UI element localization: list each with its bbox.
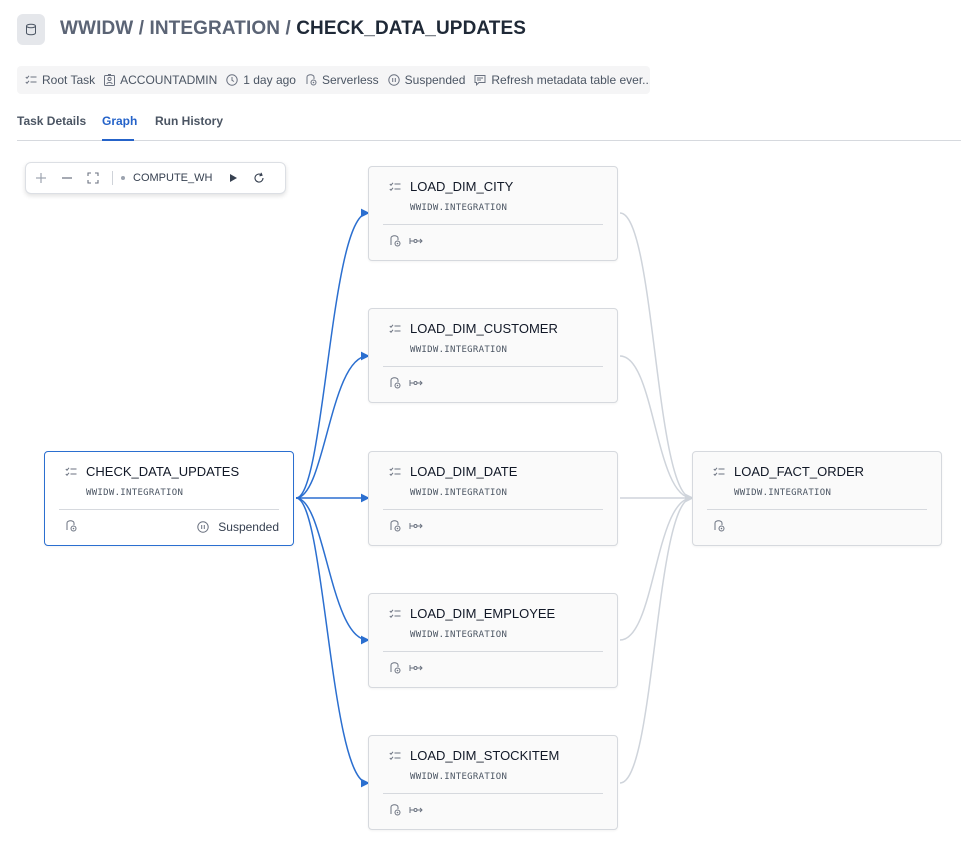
- edge-root-to-city: [295, 208, 370, 499]
- edge-root-to-customer: [295, 351, 370, 499]
- task-node-name: LOAD_DIM_EMPLOYEE: [410, 606, 556, 621]
- predecessor-link-icon: [409, 238, 423, 244]
- toolbar-divider: [112, 171, 113, 185]
- node-divider: [383, 224, 603, 225]
- task-node-load-dim-customer[interactable]: LOAD_DIM_CUSTOMER WWIDW.INTEGRATION: [368, 308, 618, 403]
- task-node-name: LOAD_FACT_ORDER: [734, 464, 865, 479]
- task-node-root[interactable]: CHECK_DATA_UPDATES WWIDW.INTEGRATION Sus…: [44, 451, 294, 546]
- zoom-out-icon[interactable]: [54, 163, 80, 193]
- task-node-schema: WWIDW.INTEGRATION: [734, 488, 832, 498]
- task-node-name: CHECK_DATA_UPDATES: [86, 464, 240, 479]
- graph-edges: [295, 208, 694, 788]
- task-node-schema: WWIDW.INTEGRATION: [410, 345, 508, 355]
- serverless-icon: [714, 520, 725, 532]
- task-node-schema: WWIDW.INTEGRATION: [410, 630, 508, 640]
- serverless-icon: [390, 235, 401, 247]
- warehouse-status-dot: [121, 176, 125, 180]
- edge-stockitem-to-fact: [619, 493, 694, 784]
- task-list-icon: [389, 182, 401, 191]
- task-list-icon: [389, 609, 401, 618]
- run-icon[interactable]: [220, 163, 246, 193]
- task-list-icon: [389, 324, 401, 333]
- serverless-icon: [390, 804, 401, 816]
- task-node-load-fact-order[interactable]: LOAD_FACT_ORDER WWIDW.INTEGRATION: [692, 451, 942, 546]
- task-node-load-dim-date[interactable]: LOAD_DIM_DATE WWIDW.INTEGRATION: [368, 451, 618, 546]
- predecessor-link-icon: [409, 523, 423, 529]
- predecessor-link-icon: [409, 665, 423, 671]
- task-node-name: LOAD_DIM_CITY: [410, 179, 514, 194]
- node-divider: [383, 366, 603, 367]
- task-node-name: LOAD_DIM_STOCKITEM: [410, 748, 560, 763]
- task-node-schema: WWIDW.INTEGRATION: [410, 203, 508, 213]
- task-list-icon: [389, 467, 401, 476]
- task-node-name: LOAD_DIM_DATE: [410, 464, 518, 479]
- predecessor-link-icon: [409, 807, 423, 813]
- serverless-icon: [66, 520, 77, 532]
- serverless-icon: [390, 662, 401, 674]
- node-divider: [707, 509, 927, 510]
- task-list-icon: [65, 467, 77, 476]
- pause-icon: [197, 521, 209, 533]
- node-divider: [59, 509, 279, 510]
- warehouse-label[interactable]: COMPUTE_WH: [133, 172, 212, 184]
- task-node-status: Suspended: [197, 520, 279, 534]
- task-node-load-dim-employee[interactable]: LOAD_DIM_EMPLOYEE WWIDW.INTEGRATION: [368, 593, 618, 688]
- graph-toolbar: COMPUTE_WH: [25, 162, 286, 194]
- node-divider: [383, 651, 603, 652]
- refresh-icon[interactable]: [246, 163, 272, 193]
- task-node-schema: WWIDW.INTEGRATION: [86, 488, 184, 498]
- serverless-icon: [390, 377, 401, 389]
- node-divider: [383, 509, 603, 510]
- task-node-status-label: Suspended: [218, 520, 279, 534]
- zoom-in-icon[interactable]: [28, 163, 54, 193]
- edge-city-to-fact: [619, 212, 694, 503]
- edge-employee-to-fact: [619, 493, 694, 641]
- task-list-icon: [713, 467, 725, 476]
- fit-view-icon[interactable]: [80, 163, 106, 193]
- task-node-load-dim-city[interactable]: LOAD_DIM_CITY WWIDW.INTEGRATION: [368, 166, 618, 261]
- edge-customer-to-fact: [619, 355, 694, 503]
- node-divider: [383, 793, 603, 794]
- task-node-name: LOAD_DIM_CUSTOMER: [410, 321, 558, 336]
- edge-root-to-stockitem: [295, 497, 370, 788]
- task-node-load-dim-stockitem[interactable]: LOAD_DIM_STOCKITEM WWIDW.INTEGRATION: [368, 735, 618, 830]
- predecessor-link-icon: [409, 380, 423, 386]
- serverless-icon: [390, 520, 401, 532]
- task-node-schema: WWIDW.INTEGRATION: [410, 772, 508, 782]
- edge-root-to-employee: [295, 497, 370, 645]
- task-list-icon: [389, 751, 401, 760]
- task-node-schema: WWIDW.INTEGRATION: [410, 488, 508, 498]
